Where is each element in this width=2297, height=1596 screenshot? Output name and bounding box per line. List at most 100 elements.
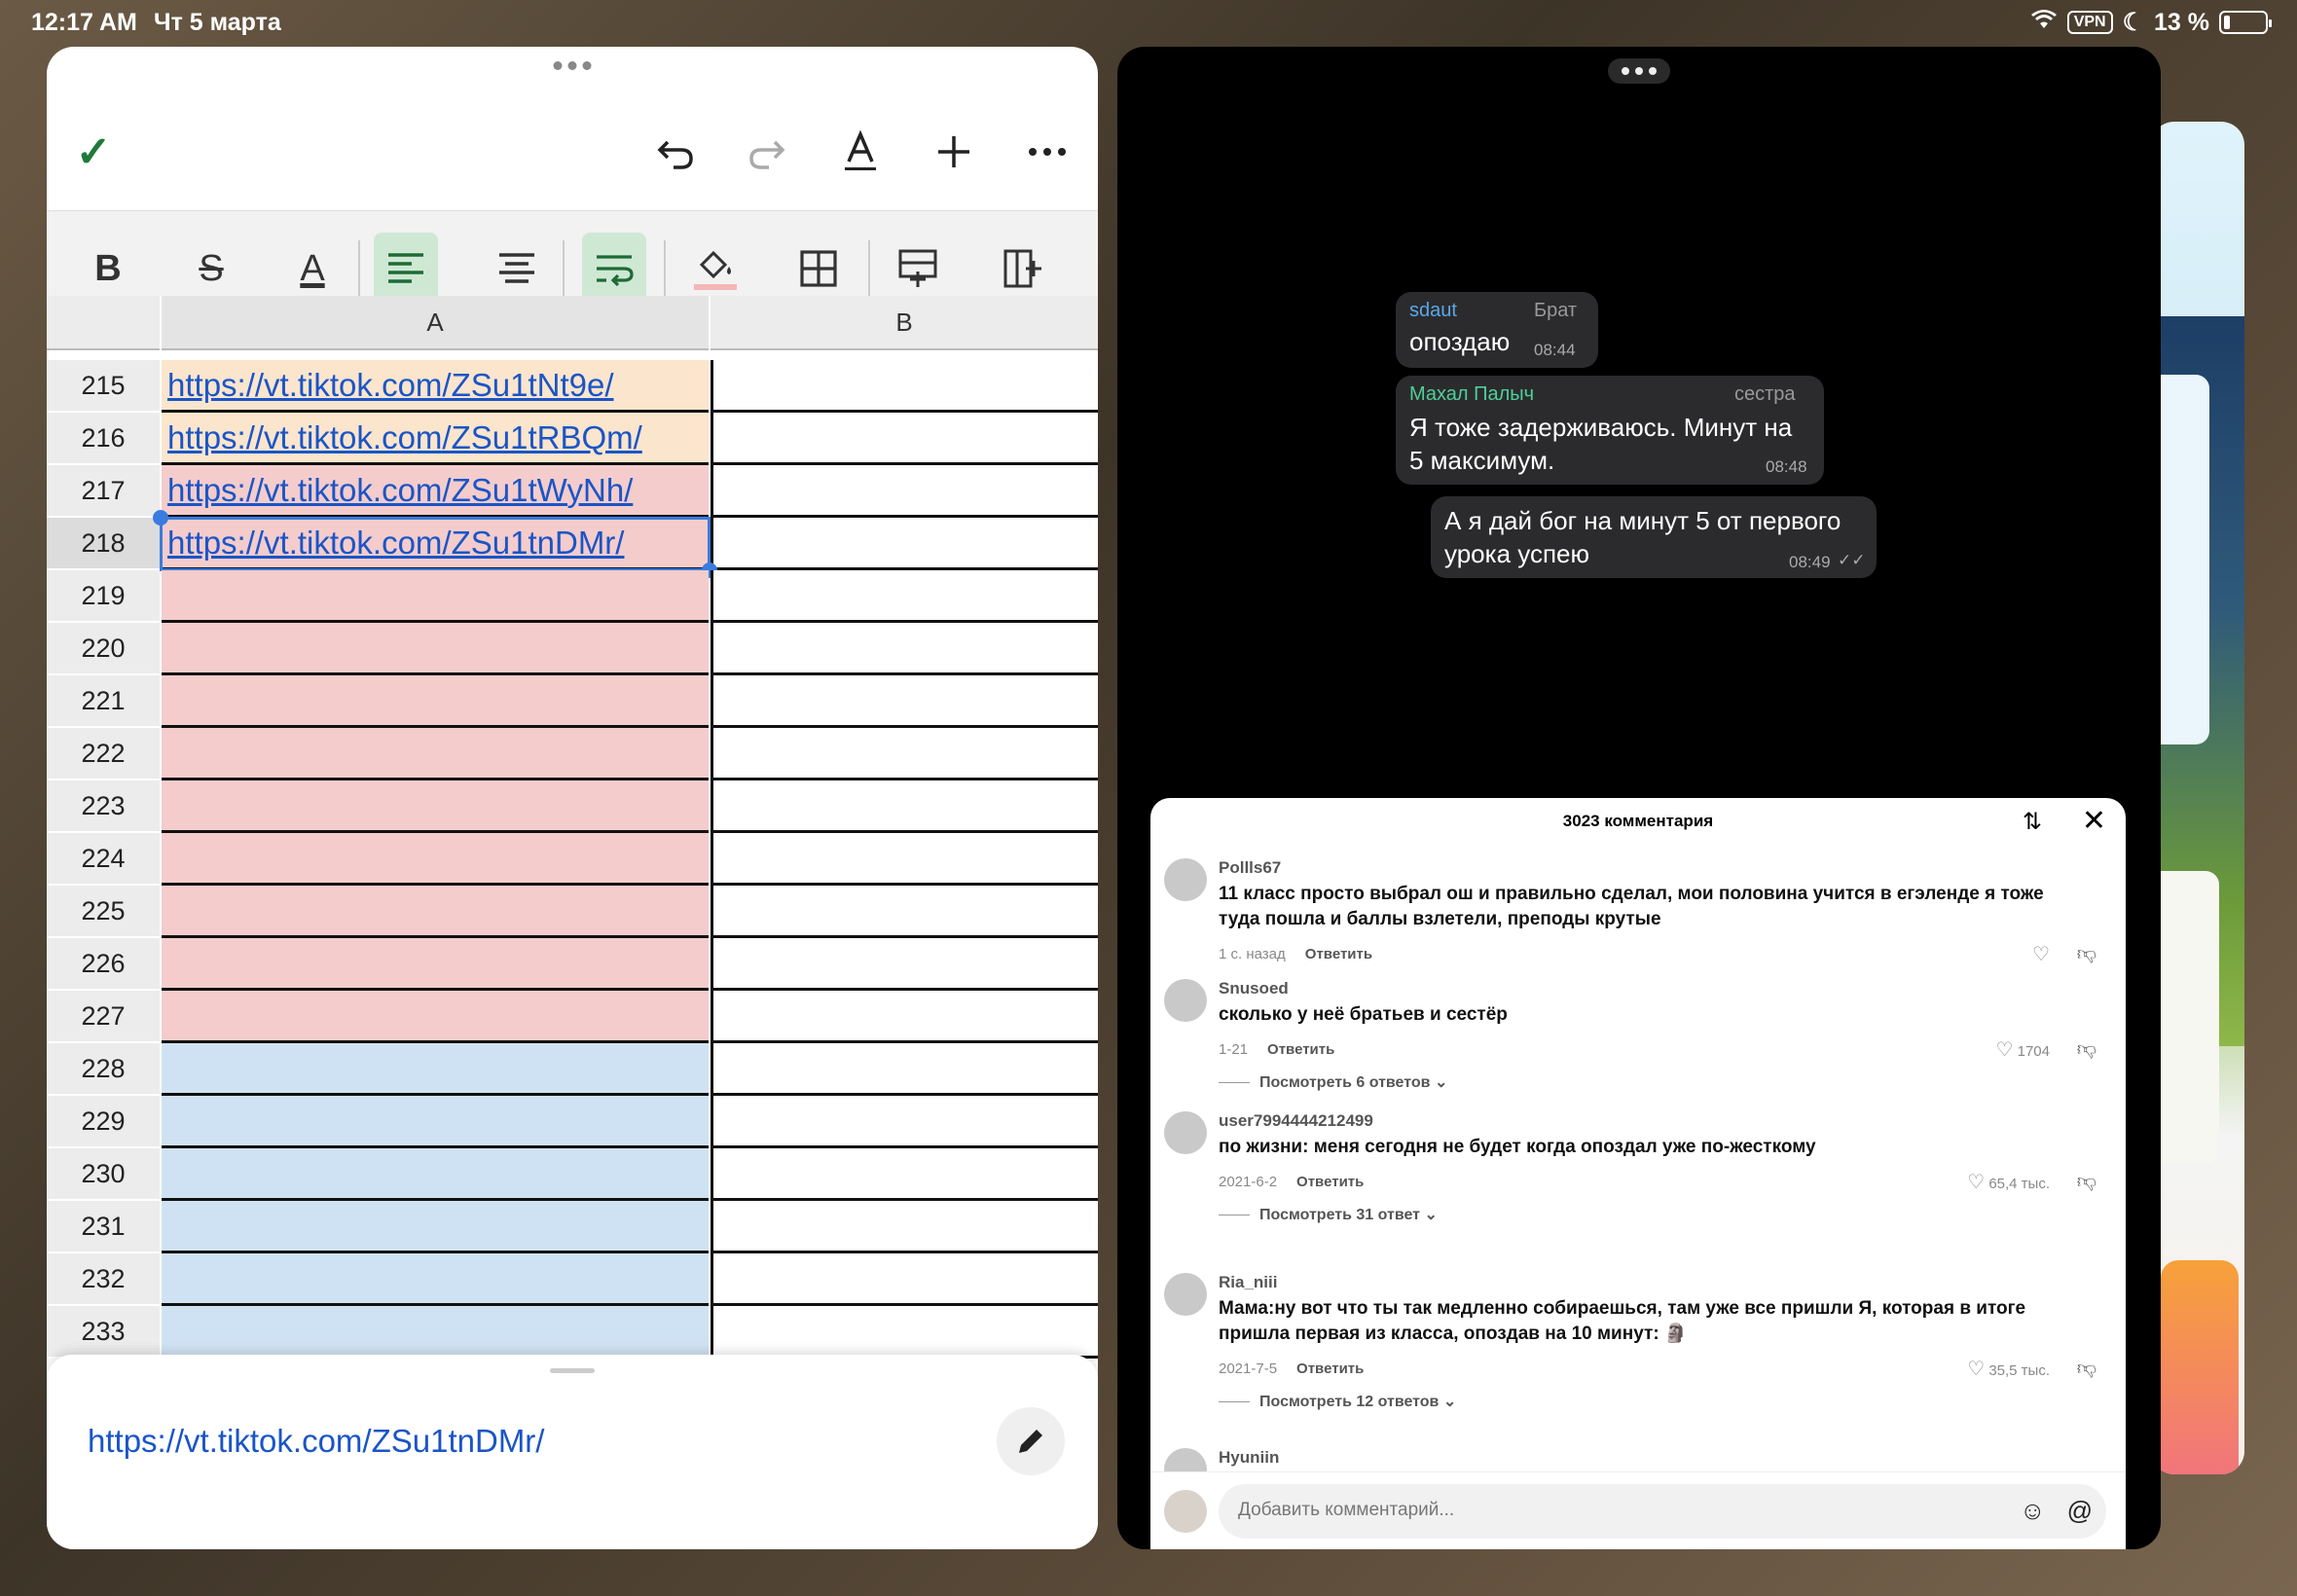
row-number[interactable]: 225 — [47, 886, 160, 938]
view-replies-link[interactable]: Посмотреть 12 ответов ⌄ — [1219, 1392, 1456, 1411]
reply-button[interactable]: Ответить — [1296, 1360, 1364, 1377]
comment-username[interactable]: user7994444212499 — [1219, 1111, 1373, 1131]
cell-b[interactable] — [711, 1306, 1098, 1359]
background-app-card[interactable] — [2151, 122, 2244, 1474]
cell-b[interactable] — [711, 1043, 1098, 1096]
message-sender[interactable]: Махал Палыч — [1409, 383, 1534, 406]
cell-a[interactable]: https://vt.tiktok.com/ZSu1tNt9e/ — [162, 360, 709, 413]
row-number[interactable]: 216 — [47, 413, 160, 465]
cell-a[interactable] — [162, 570, 709, 623]
cell-a[interactable] — [162, 623, 709, 675]
view-replies-label[interactable]: Посмотреть 6 ответов — [1259, 1074, 1430, 1091]
row-number[interactable]: 222 — [47, 728, 160, 780]
cell-editor-value[interactable]: https://vt.tiktok.com/ZSu1tnDMr/ — [88, 1423, 544, 1460]
cell-b[interactable] — [711, 886, 1098, 938]
mention-icon[interactable]: @ — [2067, 1496, 2093, 1526]
reply-button[interactable]: Ответить — [1296, 1174, 1364, 1190]
strikethrough-icon[interactable]: S — [179, 233, 243, 305]
cell-a[interactable] — [162, 1043, 709, 1096]
sheet-grabber[interactable] — [550, 1368, 595, 1373]
cell-link[interactable]: https://vt.tiktok.com/ZSu1tWyNh/ — [167, 472, 633, 509]
cell-b[interactable] — [711, 780, 1098, 833]
view-replies-label[interactable]: Посмотреть 12 ответов — [1259, 1394, 1439, 1410]
emoji-icon[interactable]: ☺ — [2020, 1496, 2046, 1526]
selection-handle[interactable] — [153, 510, 168, 526]
row-number[interactable]: 227 — [47, 991, 160, 1043]
window-grabber[interactable] — [1608, 58, 1670, 84]
view-replies-label[interactable]: Посмотреть 31 ответ — [1259, 1207, 1420, 1223]
dislike-icon[interactable]: 👎︎ — [2077, 942, 2096, 965]
cell-a[interactable] — [162, 886, 709, 938]
dislike-icon[interactable]: 👎︎ — [2077, 1357, 2096, 1380]
align-center-icon[interactable] — [485, 233, 549, 305]
message-bubble-outgoing[interactable]: А я дай бог на минут 5 от первого урока … — [1431, 496, 1877, 578]
cell-link[interactable]: https://vt.tiktok.com/ZSu1tNt9e/ — [167, 367, 614, 404]
cell-b[interactable] — [711, 465, 1098, 518]
comment-username[interactable]: Ria_niii — [1219, 1273, 1277, 1292]
borders-icon[interactable] — [786, 233, 851, 305]
cell-link[interactable]: https://vt.tiktok.com/ZSu1tRBQm/ — [167, 419, 642, 456]
window-grabber[interactable] — [553, 61, 592, 70]
avatar[interactable] — [1164, 858, 1207, 901]
view-replies-link[interactable]: Посмотреть 6 ответов ⌄ — [1219, 1072, 1447, 1092]
cell-b[interactable] — [711, 1096, 1098, 1148]
avatar[interactable] — [1164, 1273, 1207, 1316]
cell-a[interactable] — [162, 1096, 709, 1148]
comment-input[interactable]: Добавить комментарий... — [1219, 1484, 2106, 1539]
redo-icon[interactable] — [740, 125, 794, 179]
insert-row-icon[interactable] — [886, 233, 950, 305]
reply-button[interactable]: Ответить — [1305, 946, 1372, 962]
text-color-icon[interactable]: A — [280, 233, 345, 305]
row-number[interactable]: 233 — [47, 1306, 160, 1359]
cell-b[interactable] — [711, 728, 1098, 780]
message-bubble[interactable]: sdaut Брат опоздаю 08:44 — [1396, 292, 1598, 368]
row-number[interactable]: 226 — [47, 938, 160, 991]
cell-a[interactable] — [162, 728, 709, 780]
sort-icon[interactable]: ⇅ — [2023, 808, 2042, 836]
bold-icon[interactable]: B — [76, 233, 140, 305]
row-number[interactable]: 230 — [47, 1148, 160, 1201]
row-number[interactable]: 223 — [47, 780, 160, 833]
row-number[interactable]: 232 — [47, 1253, 160, 1306]
comment-username[interactable]: Pollls67 — [1219, 858, 1281, 878]
cell-b[interactable] — [711, 938, 1098, 991]
cell-a[interactable] — [162, 833, 709, 886]
avatar[interactable] — [1164, 1111, 1207, 1154]
comment-username[interactable]: Hyuniin — [1219, 1448, 1279, 1468]
checkmark-icon[interactable]: ✓ — [66, 125, 121, 179]
cell-a[interactable] — [162, 1306, 709, 1359]
cell-a[interactable] — [162, 780, 709, 833]
like-button[interactable]: ♡ 1704 — [1996, 1037, 2050, 1062]
cell-a[interactable] — [162, 675, 709, 728]
plus-icon[interactable] — [927, 125, 981, 179]
like-button[interactable]: ♡ 35,5 тыс. — [1967, 1357, 2050, 1381]
select-all-corner[interactable] — [47, 296, 160, 350]
cell-b[interactable] — [711, 1253, 1098, 1306]
pencil-icon[interactable] — [997, 1407, 1065, 1475]
row-number[interactable]: 231 — [47, 1201, 160, 1253]
row-number[interactable]: 219 — [47, 570, 160, 623]
row-number[interactable]: 218 — [47, 518, 160, 570]
row-number[interactable]: 224 — [47, 833, 160, 886]
row-number[interactable]: 228 — [47, 1043, 160, 1096]
cell-b[interactable] — [711, 833, 1098, 886]
text-format-icon[interactable] — [833, 125, 888, 179]
cell-a[interactable] — [162, 1253, 709, 1306]
message-sender[interactable]: sdaut — [1409, 300, 1457, 322]
cell-b[interactable] — [711, 360, 1098, 413]
row-number[interactable]: 220 — [47, 623, 160, 675]
cell-a[interactable] — [162, 938, 709, 991]
cell-b[interactable] — [711, 570, 1098, 623]
ellipsis-icon[interactable] — [1020, 125, 1075, 179]
fill-color-icon[interactable] — [683, 233, 747, 305]
cell-b[interactable] — [711, 518, 1098, 570]
cell-a[interactable] — [162, 1201, 709, 1253]
row-number[interactable]: 221 — [47, 675, 160, 728]
dislike-icon[interactable]: 👎︎ — [2077, 1170, 2096, 1193]
align-left-icon[interactable] — [374, 233, 438, 305]
reply-button[interactable]: Ответить — [1267, 1041, 1334, 1058]
cell-a[interactable]: https://vt.tiktok.com/ZSu1tWyNh/ — [162, 465, 709, 518]
dislike-icon[interactable]: 👎︎ — [2077, 1037, 2096, 1061]
view-replies-link[interactable]: Посмотреть 31 ответ ⌄ — [1219, 1205, 1438, 1224]
avatar[interactable] — [1164, 979, 1207, 1022]
